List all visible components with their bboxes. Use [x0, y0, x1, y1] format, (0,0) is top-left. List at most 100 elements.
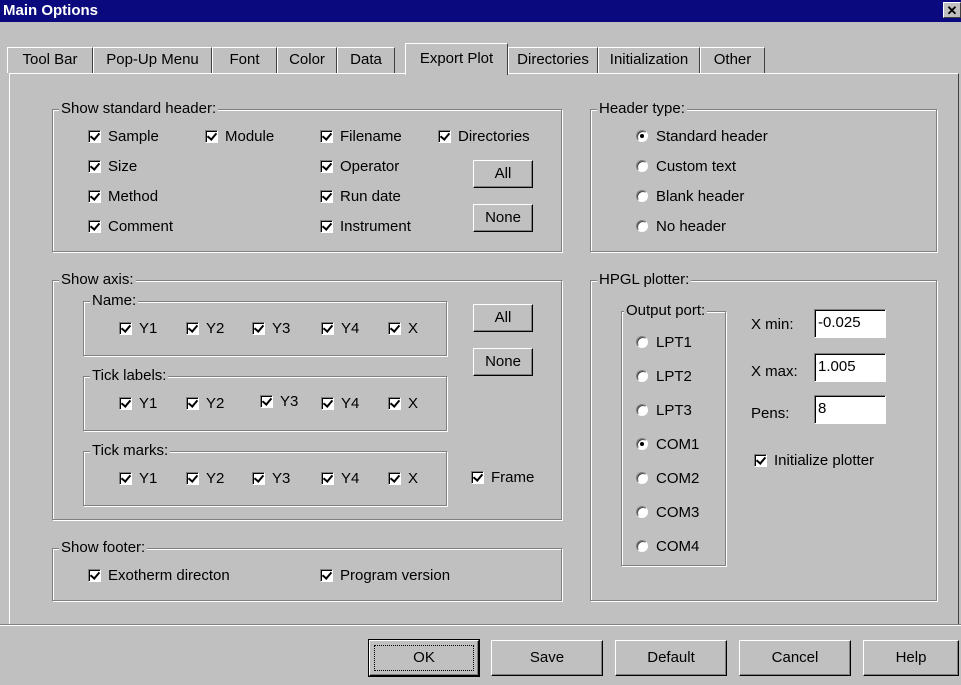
- ticklabel-x-checkbox[interactable]: X: [388, 395, 418, 413]
- checkbox-label: Y1: [139, 470, 158, 487]
- program-version-checkbox[interactable]: Program version: [320, 567, 450, 585]
- check-icon: [321, 322, 334, 335]
- name-y4-checkbox[interactable]: Y4: [321, 320, 359, 338]
- name-x-checkbox[interactable]: X: [388, 320, 418, 338]
- xmin-field[interactable]: -0.025: [814, 309, 886, 338]
- pens-label: Pens:: [751, 405, 790, 422]
- ticklabel-y1-checkbox[interactable]: Y1: [119, 395, 157, 413]
- check-icon: [119, 322, 132, 335]
- help-button[interactable]: Help: [863, 640, 959, 676]
- tickmark-y3-checkbox[interactable]: Y3: [252, 470, 290, 488]
- checkbox-label: Instrument: [340, 218, 411, 235]
- com2-radio[interactable]: COM2: [636, 470, 699, 488]
- tickmark-y2-checkbox[interactable]: Y2: [186, 470, 224, 488]
- tab-initialization[interactable]: Initialization: [598, 47, 700, 73]
- check-icon: [88, 220, 101, 233]
- com3-radio[interactable]: COM3: [636, 504, 699, 522]
- radio-label: Standard header: [656, 128, 768, 145]
- check-icon: [754, 454, 767, 467]
- checkbox-label: Sample: [108, 128, 159, 145]
- name-y1-checkbox[interactable]: Y1: [119, 320, 157, 338]
- method-checkbox[interactable]: Method: [88, 188, 158, 206]
- check-icon: [388, 397, 401, 410]
- lpt2-radio[interactable]: LPT2: [636, 368, 692, 386]
- check-icon: [320, 190, 333, 203]
- ticklabel-y4-checkbox[interactable]: Y4: [321, 395, 359, 413]
- cancel-button[interactable]: Cancel: [739, 640, 851, 676]
- initialize-plotter-checkbox[interactable]: Initialize plotter: [754, 452, 874, 470]
- xmax-field[interactable]: 1.005: [814, 353, 886, 382]
- tickmark-x-checkbox[interactable]: X: [388, 470, 418, 488]
- radio-icon: [636, 404, 648, 416]
- lpt1-radio[interactable]: LPT1: [636, 334, 692, 352]
- blank-header-radio[interactable]: Blank header: [636, 188, 744, 206]
- radio-selected-icon: [636, 130, 648, 142]
- check-icon: [320, 569, 333, 582]
- tab-directories[interactable]: Directories: [508, 47, 598, 73]
- com4-radio[interactable]: COM4: [636, 538, 699, 556]
- xmax-label: X max:: [751, 363, 798, 380]
- directories-checkbox[interactable]: Directories: [438, 128, 530, 146]
- ticklabel-y2-checkbox[interactable]: Y2: [186, 395, 224, 413]
- size-checkbox[interactable]: Size: [88, 158, 137, 176]
- hpgl-plotter-group: HPGL plotter: Output port: LPT1 LPT2 LPT…: [590, 272, 937, 601]
- group-title: Name:: [90, 292, 139, 309]
- ok-button[interactable]: OK: [368, 639, 480, 677]
- checkbox-label: Y2: [206, 395, 225, 412]
- header-none-button[interactable]: None: [473, 204, 533, 232]
- tickmark-y1-checkbox[interactable]: Y1: [119, 470, 157, 488]
- checkbox-label: Comment: [108, 218, 174, 235]
- output-port-group: Output port: LPT1 LPT2 LPT3 COM1 COM2 CO…: [621, 303, 726, 566]
- lpt3-radio[interactable]: LPT3: [636, 402, 692, 420]
- instrument-checkbox[interactable]: Instrument: [320, 218, 411, 236]
- name-y3-checkbox[interactable]: Y3: [252, 320, 290, 338]
- check-icon: [205, 130, 218, 143]
- check-icon: [186, 322, 199, 335]
- sample-checkbox[interactable]: Sample: [88, 128, 159, 146]
- frame-checkbox[interactable]: Frame: [471, 469, 534, 487]
- default-button[interactable]: Default: [615, 640, 727, 676]
- close-button[interactable]: ✕: [943, 2, 961, 18]
- axis-all-button[interactable]: All: [473, 304, 533, 332]
- ticklabel-y3-checkbox[interactable]: Y3: [260, 393, 298, 411]
- close-icon[interactable]: ✕: [947, 3, 958, 18]
- custom-text-radio[interactable]: Custom text: [636, 158, 736, 176]
- tab-data[interactable]: Data: [337, 47, 395, 73]
- tickmark-y4-checkbox[interactable]: Y4: [321, 470, 359, 488]
- operator-checkbox[interactable]: Operator: [320, 158, 399, 176]
- comment-checkbox[interactable]: Comment: [88, 218, 173, 236]
- axis-none-button[interactable]: None: [473, 348, 533, 376]
- focus-rect: [374, 645, 474, 671]
- name-y2-checkbox[interactable]: Y2: [186, 320, 224, 338]
- tab-font[interactable]: Font: [212, 47, 277, 73]
- pens-field[interactable]: 8: [814, 395, 886, 424]
- save-button[interactable]: Save: [491, 640, 603, 676]
- standard-header-radio[interactable]: Standard header: [636, 128, 768, 146]
- module-checkbox[interactable]: Module: [205, 128, 274, 146]
- tab-other[interactable]: Other: [700, 47, 765, 73]
- tick-marks-group: Tick marks: Y1 Y2 Y3 Y4 X: [83, 443, 447, 506]
- group-title: Tick marks:: [90, 442, 171, 459]
- checkbox-label: X: [408, 320, 419, 337]
- tab-export-plot[interactable]: Export Plot: [405, 43, 508, 75]
- check-icon: [320, 160, 333, 173]
- axis-name-group: Name: Y1 Y2 Y3 Y4 X: [83, 293, 447, 356]
- filename-checkbox[interactable]: Filename: [320, 128, 402, 146]
- tab-pop-up-menu[interactable]: Pop-Up Menu: [93, 47, 212, 73]
- header-all-button[interactable]: All: [473, 160, 533, 188]
- radio-icon: [636, 472, 648, 484]
- tab-color[interactable]: Color: [277, 47, 337, 73]
- check-icon: [119, 397, 132, 410]
- checkbox-label: Operator: [340, 158, 400, 175]
- run-date-checkbox[interactable]: Run date: [320, 188, 401, 206]
- exotherm-direction-checkbox[interactable]: Exotherm directon: [88, 567, 230, 585]
- radio-icon: [636, 190, 648, 202]
- radio-label: COM2: [656, 470, 700, 487]
- check-icon: [471, 471, 484, 484]
- com1-radio[interactable]: COM1: [636, 436, 699, 454]
- show-axis-group: Show axis: Name: Y1 Y2 Y3 Y4 X Tick labe…: [52, 272, 562, 520]
- check-icon: [119, 472, 132, 485]
- radio-icon: [636, 506, 648, 518]
- tab-tool-bar[interactable]: Tool Bar: [7, 47, 93, 73]
- no-header-radio[interactable]: No header: [636, 218, 726, 236]
